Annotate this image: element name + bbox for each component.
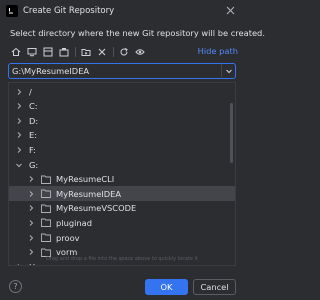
chevron-down-icon[interactable] [221,64,235,77]
intellij-app-icon [6,5,18,17]
chevron-right-icon[interactable] [15,117,23,125]
tree-row-label: MyResumeCLI [56,174,115,185]
tree-row[interactable]: F: [9,142,235,157]
module-icon[interactable] [58,46,70,58]
tree-row-label: MyResumeVSCODE [56,203,137,214]
tree-row[interactable]: / [9,84,235,99]
toolbar-separator [75,47,76,57]
directory-tree[interactable]: / C: D: E: F: G: MyResumeCLI MyResumeIDEA MyResu… [8,82,236,266]
tree-row[interactable]: E: [9,128,235,143]
new-folder-icon[interactable] [80,46,92,58]
dialog-description: Select directory where the new Git repos… [10,28,265,38]
close-icon[interactable] [224,4,236,16]
chevron-right-icon[interactable] [27,175,35,183]
toolbar-separator [113,47,114,57]
chevron-right-icon[interactable] [27,190,35,198]
ok-button[interactable]: OK [145,279,188,295]
chevron-down-icon[interactable] [15,161,23,169]
folder-icon [41,189,51,199]
chevron-right-icon[interactable] [15,131,23,139]
chevron-right-icon[interactable] [27,248,35,256]
folder-icon [41,233,51,242]
help-button[interactable]: ? [9,280,22,293]
cancel-button[interactable]: Cancel [193,279,236,295]
chevron-right-icon[interactable] [27,234,35,242]
hide-path-link[interactable]: Hide path [198,46,238,56]
show-hidden-icon[interactable] [134,46,146,58]
tree-row[interactable]: MyResumeCLI [9,172,235,187]
file-chooser-toolbar: Hide path [10,45,238,59]
tree-row[interactable]: C: [9,99,235,114]
tree-row[interactable]: pluginad [9,215,235,230]
title-bar: Create Git Repository [0,0,244,22]
project-icon[interactable] [42,46,54,58]
tree-row-label: pluginad [56,217,93,228]
chevron-right-icon[interactable] [15,146,23,154]
desktop-icon[interactable] [26,46,38,58]
drag-drop-hint: Drag and drop a file into the space abov… [46,256,198,262]
tree-row[interactable]: D: [9,113,235,128]
home-icon[interactable] [10,46,22,58]
folder-icon [41,204,51,213]
tree-row-label: F: [29,144,36,155]
chevron-right-icon[interactable] [27,219,35,227]
tree-row[interactable]: G: [9,157,235,172]
tree-row-label: MyResumeIDEA [56,188,122,199]
tree-scrollbar[interactable] [230,103,233,163]
chevron-right-icon[interactable] [15,102,23,110]
tree-row-label: D: [29,115,39,126]
tree-row[interactable]: proov [9,230,235,245]
tree-row-label: H: [29,262,38,265]
tree-row-label: G: [29,159,39,170]
tree-row[interactable]: MyResumeVSCODE [9,201,235,216]
tree-row-label: C: [29,101,38,112]
tree-row-label: E: [29,130,38,141]
delete-icon[interactable] [96,46,108,58]
tree-row-label: / [29,86,32,97]
path-input-value[interactable]: G:\MyResumeIDEA [12,66,89,76]
folder-icon [41,175,51,184]
tree-row-label: proov [56,232,80,243]
window-title: Create Git Repository [23,6,115,16]
folder-icon [41,218,51,228]
path-input[interactable]: G:\MyResumeIDEA [8,63,236,79]
tree-row[interactable]: MyResumeIDEA [9,186,235,202]
chevron-right-icon[interactable] [15,263,23,265]
refresh-icon[interactable] [118,46,130,58]
chevron-right-icon[interactable] [15,88,23,96]
chevron-right-icon[interactable] [27,204,35,212]
